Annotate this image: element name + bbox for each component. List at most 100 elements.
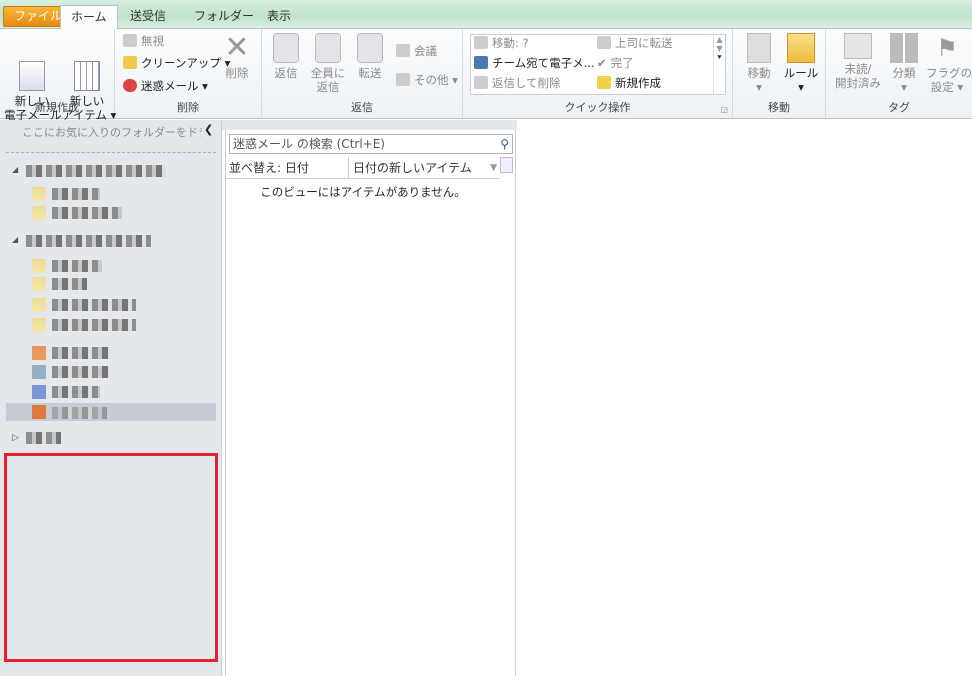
sparkle-icon [597,76,611,89]
group-label-tags: タグ [888,101,910,114]
meeting-button[interactable]: 会議 [396,41,437,61]
navigation-pane: ここにお気に入りのフォルダーをドラッグし ❮ ◢ ◢ ▷ [0,120,222,676]
folder-icon [32,365,46,379]
collapse-pane-button[interactable]: ❮ [204,123,213,136]
sort-by-date[interactable]: 並べ替え: 日付 [229,157,309,179]
group-quick-steps: 移動: ? チーム宛て電子メ... 返信して削除 上司に転送 ✔ 完了 新規作成 … [463,29,733,118]
reading-pane [517,120,972,676]
quick-move[interactable]: 移動: ? [474,33,529,53]
quick-create-new[interactable]: 新規作成 [597,73,661,93]
folder-redacted[interactable] [52,407,107,419]
quick-steps-gallery: 移動: ? チーム宛て電子メ... 返信して削除 上司に転送 ✔ 完了 新規作成 … [470,34,726,95]
reply-button[interactable]: 返信 [268,33,304,80]
more-icon [396,73,410,86]
quick-reply-delete[interactable]: 返信して削除 [474,73,561,93]
account-name-redacted[interactable] [26,165,166,177]
folder-icon [32,277,46,291]
quick-team-email[interactable]: チーム宛て電子メ... [474,53,595,73]
account-name-redacted[interactable] [26,235,151,247]
folder-icon [32,259,46,273]
sort-header: 並べ替え: 日付 日付の新しいアイテム ▼ [226,157,500,179]
check-icon: ✔ [597,56,607,70]
flag-icon: ⚑ [936,34,958,62]
team-email-icon [474,56,488,69]
junk-button[interactable]: 迷惑メール ▾ [123,76,208,96]
group-label-new: 新規作成 [35,101,79,114]
folder-redacted[interactable] [52,188,100,200]
move-button[interactable]: 移動 ▾ [741,33,777,94]
sort-dropdown-icon[interactable]: ▼ [490,157,497,179]
delete-button[interactable]: ✕ 削除 [219,30,255,81]
folder-icon [32,385,46,399]
group-new: 新しい 電子メール 新しい アイテム ▾ 新規作成 [0,29,116,122]
flag-button[interactable]: ⚑ フラグの 設定 ▾ [926,33,972,94]
scrollbar-up[interactable] [500,157,513,173]
calendar-icon [74,61,100,91]
ignore-icon [123,34,137,47]
search-input[interactable]: 迷惑メール の検索 (Ctrl+E) ⚲ [229,134,513,154]
search-icon[interactable]: ⚲ [500,135,509,153]
folder-icon [32,187,46,201]
cleanup-icon [123,56,137,69]
folder-icon [32,206,46,220]
move-icon [747,33,771,63]
tab-view[interactable]: 表示 [257,5,301,29]
gallery-scrollbar[interactable]: ▲ ▼ ⯆ [713,35,725,94]
forward-button[interactable]: 転送 [352,33,388,80]
new-mail-icon [19,61,45,91]
categorize-icon [890,33,918,63]
tab-home[interactable]: ホーム [60,5,118,30]
rules-button[interactable]: ルール ▾ [781,33,821,94]
forward-manager-icon [597,36,611,49]
folder-redacted[interactable] [52,278,87,290]
cleanup-button[interactable]: クリーンアップ ▾ [123,53,230,73]
folder-redacted[interactable] [52,299,136,311]
folder-redacted[interactable] [52,347,110,359]
ignore-button[interactable]: 無視 [123,31,164,51]
sort-order[interactable]: 日付の新しいアイテム [348,157,472,179]
expand-arrow-icon[interactable]: ◢ [12,235,18,244]
folder-redacted[interactable] [52,366,110,378]
ribbon: 新しい 電子メール 新しい アイテム ▾ 新規作成 無視 クリーンアップ ▾ 迷… [0,29,972,122]
move-icon [474,36,488,49]
quick-done[interactable]: ✔ 完了 [597,53,634,73]
group-label-quick-steps: クイック操作 [564,101,631,114]
quick-to-manager[interactable]: 上司に転送 [597,33,673,53]
group-respond: 返信 全員に 返信 転送 会議 その他 ▾ 返信 [262,29,463,118]
tab-send-receive[interactable]: 送受信 [120,5,176,29]
folder-icon [32,346,46,360]
folder-redacted[interactable] [52,260,102,272]
collapsed-arrow-icon[interactable]: ▷ [12,433,19,443]
reply-delete-icon [474,76,488,89]
favorites-drop-hint: ここにお気に入りのフォルダーをドラッグし [22,126,202,139]
empty-message: このビューにはアイテムがありません。 [260,185,466,199]
folder-icon [32,318,46,332]
ribbon-tab-bar: ファイル ホーム 送受信 フォルダー 表示 [0,0,972,30]
delete-x-icon: ✕ [224,30,250,65]
rules-folder-icon [787,33,815,63]
group-label-move: 移動 [768,101,790,114]
group-delete: 無視 クリーンアップ ▾ 迷惑メール ▾ ✕ 削除 削除 [115,29,262,118]
favorites-divider [6,152,216,153]
group-tags: 未読/ 開封済み 分類 ▾ ⚑ フラグの 設定 ▾ タグ [826,29,972,118]
reply-all-icon [315,33,341,63]
envelope-icon [844,33,872,59]
highlight-box [4,453,218,662]
folder-redacted[interactable] [52,386,100,398]
group-label-delete: 削除 [177,101,199,114]
folder-icon [32,298,46,312]
meeting-icon [396,44,410,57]
account-name-redacted[interactable] [26,432,61,444]
reply-all-button[interactable]: 全員に 返信 [308,33,348,94]
categorize-button[interactable]: 分類 ▾ [886,33,922,94]
unread-read-button[interactable]: 未読/ 開封済み [832,33,884,90]
folder-redacted[interactable] [52,207,122,219]
folder-icon [32,405,46,419]
group-label-respond: 返信 [351,101,373,114]
more-respond-button[interactable]: その他 ▾ [396,70,458,90]
message-list: 迷惑メール の検索 (Ctrl+E) ⚲ 並べ替え: 日付 日付の新しいアイテム … [225,130,516,676]
expand-arrow-icon[interactable]: ◢ [12,165,18,174]
tab-folder[interactable]: フォルダー [184,5,264,29]
folder-redacted[interactable] [52,319,136,331]
dialog-launcher-icon[interactable]: ◲ [720,105,728,114]
